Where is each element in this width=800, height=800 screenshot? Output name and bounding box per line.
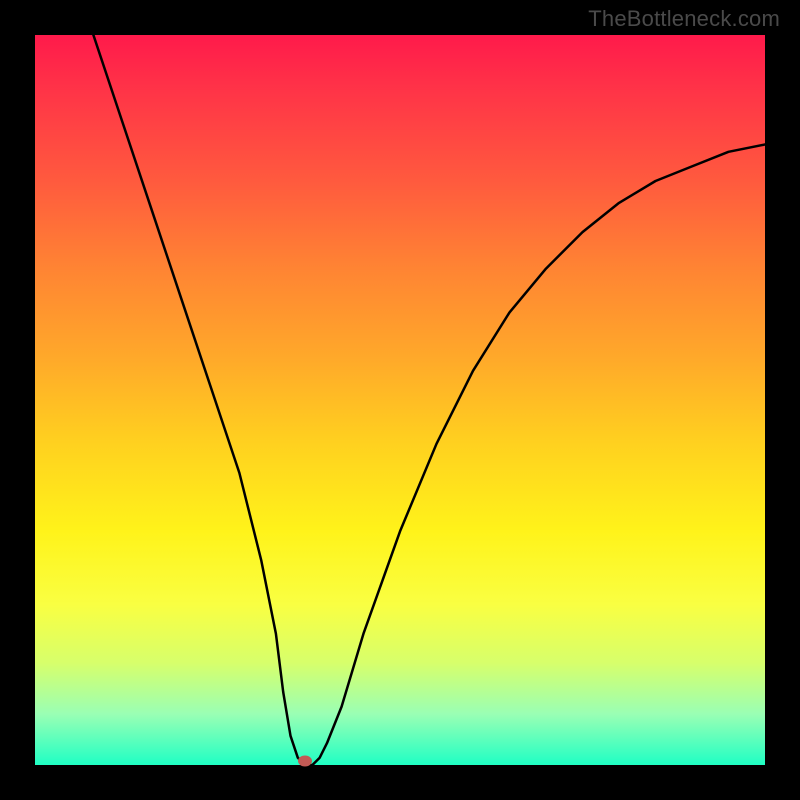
chart-frame: TheBottleneck.com [0, 0, 800, 800]
focus-marker [298, 756, 312, 767]
chart-svg [35, 35, 765, 765]
watermark-text: TheBottleneck.com [588, 6, 780, 32]
curve-line [93, 35, 765, 765]
plot-area [35, 35, 765, 765]
